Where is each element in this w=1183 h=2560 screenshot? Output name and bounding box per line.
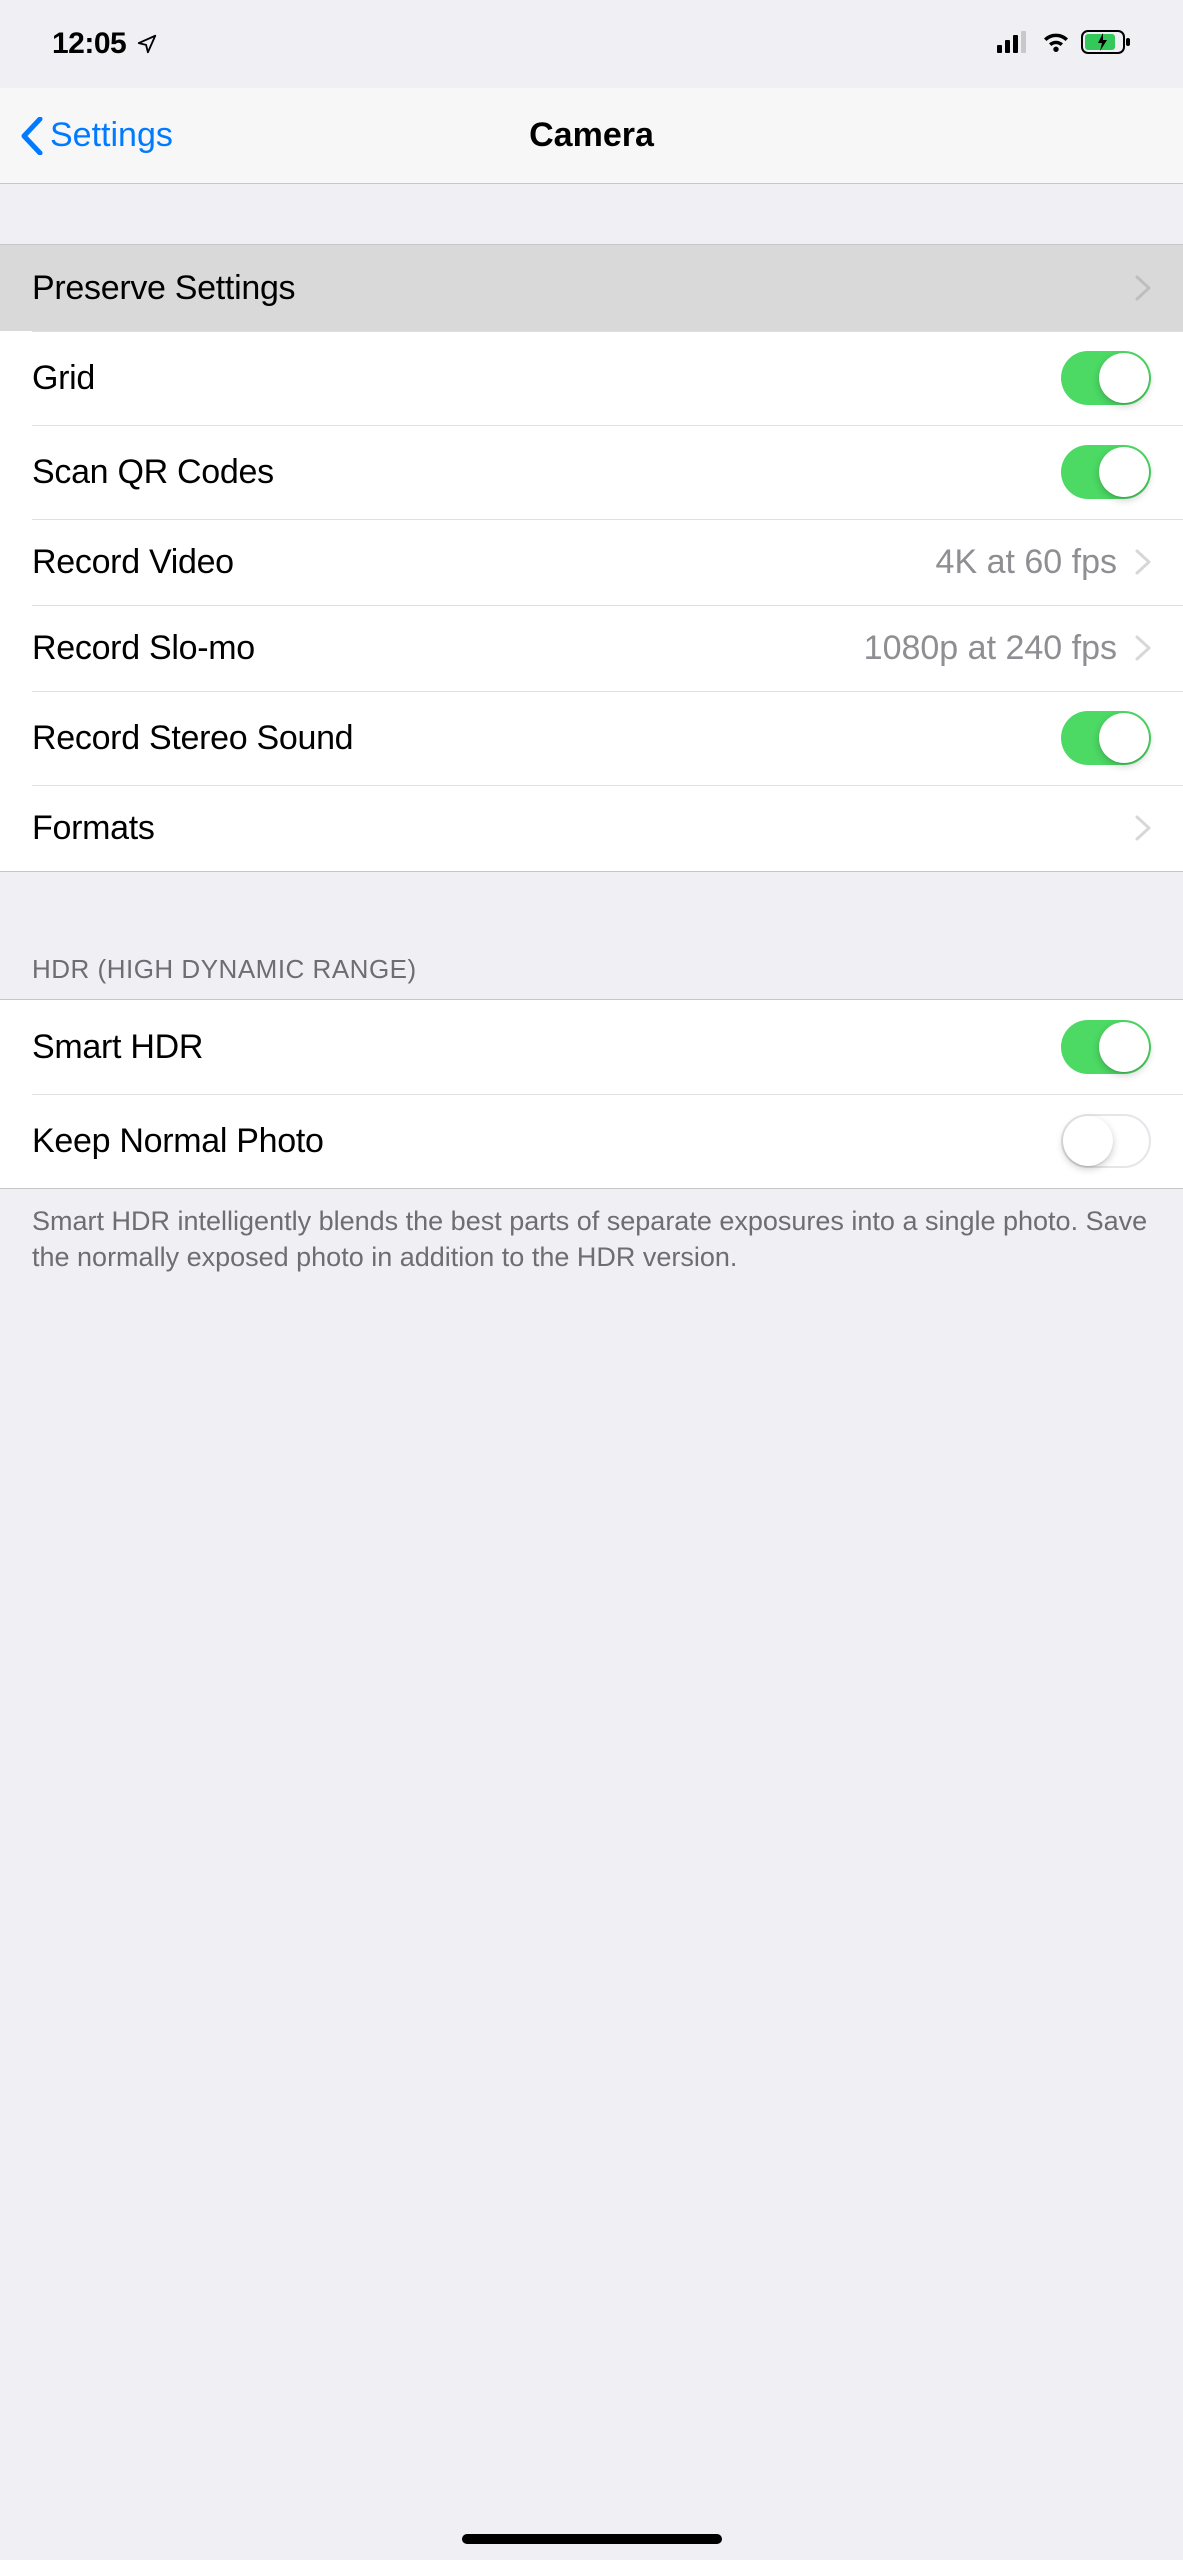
nav-bar: Settings Camera	[0, 88, 1183, 184]
section-hdr: HDR (HIGH DYNAMIC RANGE) Smart HDR Keep …	[0, 872, 1183, 1296]
back-label: Settings	[50, 116, 173, 155]
chevron-right-icon	[1135, 635, 1151, 661]
smart-hdr-cell: Smart HDR	[0, 1000, 1183, 1094]
record-slomo-cell[interactable]: Record Slo-mo 1080p at 240 fps	[0, 605, 1183, 691]
preserve-settings-label: Preserve Settings	[32, 269, 295, 308]
smart-hdr-toggle[interactable]	[1061, 1020, 1151, 1074]
record-slomo-value: 1080p at 240 fps	[864, 629, 1117, 668]
record-slomo-label: Record Slo-mo	[32, 629, 255, 668]
chevron-right-icon	[1135, 815, 1151, 841]
scan-qr-label: Scan QR Codes	[32, 453, 274, 492]
hdr-section-footer: Smart HDR intelligently blends the best …	[0, 1189, 1183, 1296]
status-right	[997, 30, 1131, 59]
chevron-left-icon	[20, 117, 44, 155]
preserve-settings-cell[interactable]: Preserve Settings	[0, 245, 1183, 331]
stereo-sound-cell: Record Stereo Sound	[0, 691, 1183, 785]
smart-hdr-label: Smart HDR	[32, 1028, 203, 1067]
grid-cell: Grid	[0, 331, 1183, 425]
record-video-value: 4K at 60 fps	[936, 543, 1117, 582]
back-button[interactable]: Settings	[20, 116, 173, 155]
stereo-sound-toggle[interactable]	[1061, 711, 1151, 765]
chevron-right-icon	[1135, 549, 1151, 575]
location-icon	[136, 33, 158, 55]
hdr-section-header: HDR (HIGH DYNAMIC RANGE)	[0, 942, 1183, 999]
scan-qr-toggle[interactable]	[1061, 445, 1151, 499]
page-title: Camera	[529, 116, 654, 155]
record-video-cell[interactable]: Record Video 4K at 60 fps	[0, 519, 1183, 605]
formats-label: Formats	[32, 809, 155, 848]
grid-toggle[interactable]	[1061, 351, 1151, 405]
cellular-signal-icon	[997, 31, 1031, 58]
status-left: 12:05	[52, 27, 158, 61]
status-bar: 12:05	[0, 0, 1183, 88]
chevron-right-icon	[1135, 275, 1151, 301]
home-indicator[interactable]	[462, 2534, 722, 2544]
keep-normal-label: Keep Normal Photo	[32, 1122, 324, 1161]
keep-normal-cell: Keep Normal Photo	[0, 1094, 1183, 1188]
stereo-sound-label: Record Stereo Sound	[32, 719, 353, 758]
record-video-label: Record Video	[32, 543, 234, 582]
status-time: 12:05	[52, 27, 126, 61]
wifi-icon	[1041, 31, 1071, 58]
section-general: Preserve Settings Grid Scan QR Codes Rec…	[0, 184, 1183, 872]
formats-cell[interactable]: Formats	[0, 785, 1183, 871]
battery-charging-icon	[1081, 30, 1131, 59]
grid-label: Grid	[32, 359, 95, 398]
keep-normal-toggle[interactable]	[1061, 1114, 1151, 1168]
scan-qr-cell: Scan QR Codes	[0, 425, 1183, 519]
